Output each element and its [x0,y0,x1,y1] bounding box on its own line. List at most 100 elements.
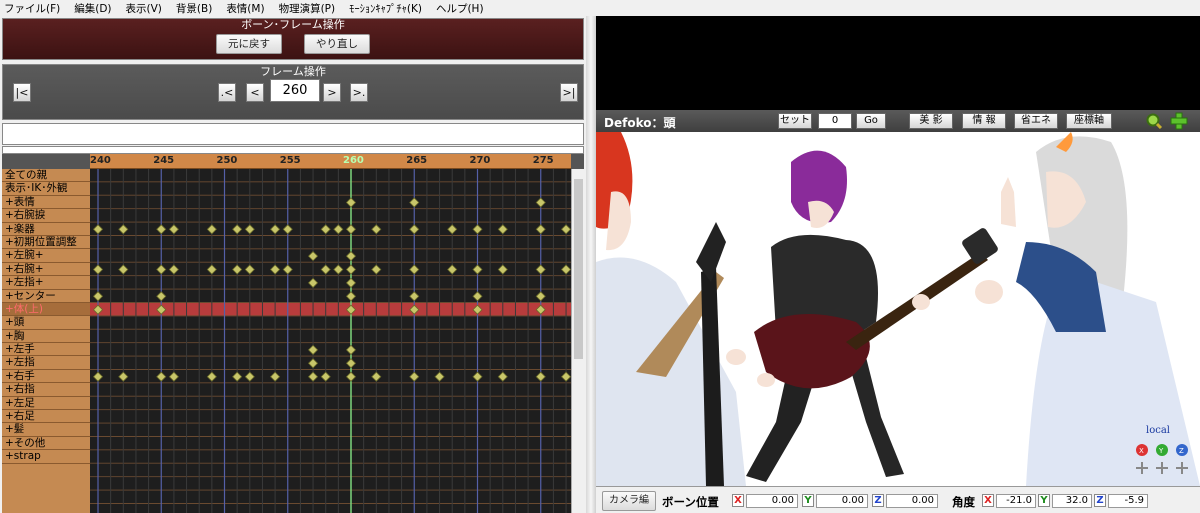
3d-viewport[interactable]: local X Y Z [596,132,1200,486]
bone-row-label[interactable]: +初期位置調整 [2,236,90,250]
info-button[interactable]: 情 報 [962,113,1006,129]
menu-item-1[interactable]: 編集(D) [74,1,111,16]
bone-row-label[interactable]: +胸 [2,330,90,344]
ruler-tick-label: 270 [469,155,491,166]
menu-item-6[interactable]: ﾓｰｼｮﾝｷｬﾌﾟﾁｬ(K) [349,1,422,16]
rot-z-input[interactable]: -5.9 [1108,494,1148,508]
menu-item-3[interactable]: 背景(B) [176,1,212,16]
eco-button[interactable]: 省エネ [1014,113,1058,129]
first-frame-button[interactable]: |< [13,83,31,102]
set-button[interactable]: セット [778,113,812,129]
keyframe-grid[interactable] [90,169,571,513]
bone-row-label[interactable]: +左指 [2,356,90,370]
bone-row-label[interactable]: +左腕+ [2,249,90,263]
pos-z-label: Z [872,494,884,507]
frame-panel: フレーム操作 |< .< < 260 > >. >| [2,64,584,120]
bone-row-label[interactable]: +右指 [2,383,90,397]
rot-x-input[interactable]: -21.0 [996,494,1036,508]
editor-panel: ボーン･フレーム操作 元に戻す やり直し フレーム操作 |< .< < 260 … [0,16,594,513]
bone-row-label[interactable]: +右腕捩 [2,209,90,223]
menu-item-2[interactable]: 表示(V) [126,1,162,16]
bone-row-label[interactable]: +strap [2,450,90,464]
ruler-tick-label: 265 [406,155,428,166]
timeline-ruler[interactable]: 240 245 250 255 260 265 270 275 [90,154,571,169]
bone-row-label[interactable]: +左指+ [2,276,90,290]
morph-field[interactable] [2,146,584,154]
scrollbar-thumb[interactable] [574,179,583,359]
keyframe-grid-canvas[interactable] [90,169,571,513]
grid-row [90,276,571,290]
splitter[interactable] [586,16,596,513]
shadow-button[interactable]: 美 影 [909,113,953,129]
bone-row-label[interactable]: +左足 [2,397,90,411]
grid-row [90,477,571,491]
pos-y-label: Y [802,494,814,507]
bone-row-label[interactable]: +左手 [2,343,90,357]
bone-row-label[interactable]: +髪 [2,423,90,437]
grid-row [90,195,571,210]
menu-item-5[interactable]: 物理演算(P) [279,1,336,16]
bone-frame-title: ボーン･フレーム操作 [241,18,345,31]
ruler-tick-label: 240 [90,155,111,166]
svg-text:Z: Z [1179,447,1184,455]
timeline-scrollbar[interactable] [571,169,584,513]
axis-button[interactable]: 座標軸 [1066,113,1112,129]
ruler-tick-label: 275 [532,155,554,166]
bone-row-label[interactable]: 全ての親 [2,169,90,183]
next-key-button[interactable]: >. [350,83,368,102]
bone-list: 全ての親 表示･IK･外観 +表情 +右腕捩 +楽器 +初期位置調整 +左腕+ +右腕+ +左指… [2,169,90,513]
grid-row [90,450,571,464]
menu-item-0[interactable]: ファイル(F) [4,1,60,16]
bone-row-label[interactable]: +体(上) [2,302,90,317]
grid-row [90,463,571,478]
grid-row [90,356,571,370]
frame-number-input[interactable]: 260 [270,79,320,102]
bone-row-label[interactable]: +右腕+ [2,263,90,277]
pos-y-input[interactable]: 0.00 [816,494,868,508]
bone-row-label[interactable]: +センター [2,290,90,303]
rot-y-input[interactable]: 32.0 [1052,494,1092,508]
bone-position-label: ボーン位置 [662,495,719,509]
timeline: 240 245 250 255 260 265 270 275 全ての親 表示･IK･外観 +表情… [2,154,584,513]
grid-row [90,236,571,250]
bone-row-label[interactable]: +右足 [2,410,90,424]
menu-item-7[interactable]: ヘルプ(H) [436,1,484,16]
gizmo-rotate-icons[interactable]: X Y Z [1136,444,1188,456]
grid-row [90,423,571,437]
bone-row-label[interactable]: +楽器 [2,223,90,236]
bone-row-label[interactable]: +その他 [2,437,90,451]
set-frame-input[interactable]: 0 [818,113,852,129]
menu-item-4[interactable]: 表情(M) [226,1,264,16]
bone-row-label[interactable]: +右手 [2,370,90,384]
prev-frame-button[interactable]: < [246,83,264,102]
camera-mode-button[interactable]: カメラ編 [602,491,656,511]
grid-row [90,209,571,223]
grid-row [90,490,571,504]
local-axis-label: local [1146,425,1170,436]
bone-row-label[interactable]: 表示･IK･外観 [2,182,90,196]
viewport-toolbar: Defoko：頭 セット 0 Go 美 影 情 報 省エネ 座標軸 [596,110,1200,132]
go-button[interactable]: Go [856,113,886,129]
redo-button[interactable]: やり直し [304,34,370,54]
bone-row-label[interactable]: +表情 [2,196,90,210]
rot-z-label: Z [1094,494,1106,507]
scene-render: local X Y Z [596,132,1200,486]
next-frame-button[interactable]: > [323,83,341,102]
grid-row [90,383,571,397]
undo-button[interactable]: 元に戻す [216,34,282,54]
ruler-tick-label: 255 [279,155,301,166]
prev-key-button[interactable]: .< [218,83,236,102]
pos-z-input[interactable]: 0.00 [886,494,938,508]
add-icon[interactable] [1170,112,1188,130]
bone-name-field[interactable] [2,123,584,145]
rot-y-label: Y [1038,494,1050,507]
pos-x-input[interactable]: 0.00 [746,494,798,508]
last-frame-button[interactable]: >| [560,83,578,102]
rot-x-label: X [982,494,994,507]
grid-row [90,169,571,183]
bone-row-label[interactable]: +頭 [2,316,90,330]
viewport-panel: Defoko：頭 セット 0 Go 美 影 情 報 省エネ 座標軸 local … [596,16,1200,513]
bone-frame-panel: ボーン･フレーム操作 元に戻す やり直し [2,18,584,60]
pos-x-label: X [732,494,744,507]
zoom-icon[interactable] [1145,112,1163,130]
